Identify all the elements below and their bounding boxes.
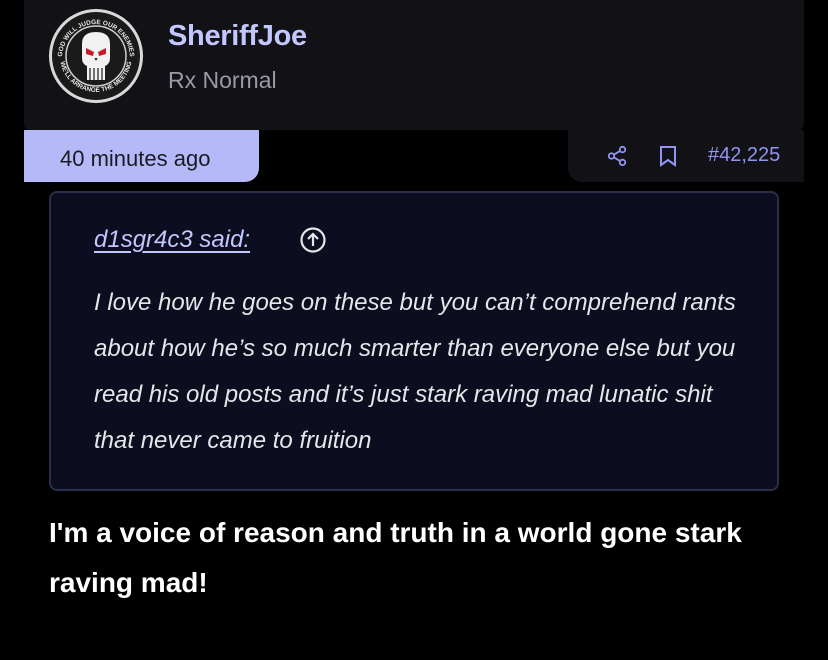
bookmark-icon[interactable] xyxy=(658,145,678,167)
avatar[interactable]: GOD WILL JUDGE OUR ENEMIES WE'LL ARRANGE… xyxy=(48,8,144,104)
share-icon[interactable] xyxy=(606,145,628,167)
quote-author-link[interactable]: d1sgr4c3 said: xyxy=(94,226,250,254)
post-number-link[interactable]: #42,225 xyxy=(708,144,780,167)
username[interactable]: SheriffJoe xyxy=(168,20,307,53)
quote-text: I love how he goes on these but you can’… xyxy=(94,289,736,454)
post-message: I'm a voice of reason and truth in a wor… xyxy=(49,517,742,598)
arrow-up-circle-icon[interactable] xyxy=(299,226,327,254)
user-title: Rx Normal xyxy=(168,67,277,93)
post-time[interactable]: 40 minutes ago xyxy=(60,146,210,172)
